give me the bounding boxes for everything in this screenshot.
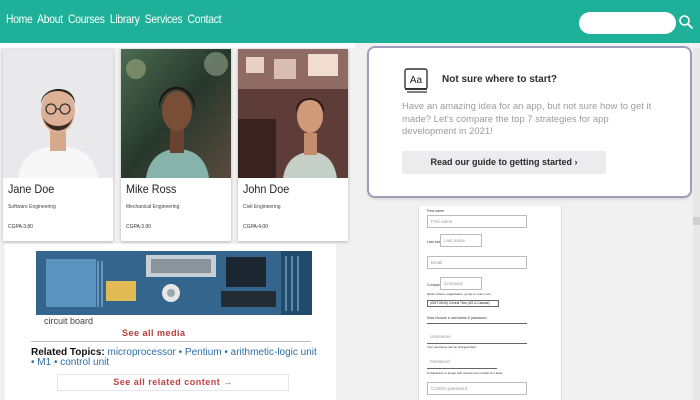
username-field[interactable]: Username — [427, 331, 527, 344]
student-cgpa: CGPA:3.90 — [126, 224, 151, 230]
confirm-password-field[interactable]: Confirm password — [427, 382, 527, 395]
first-name-field[interactable]: First name — [427, 215, 527, 228]
nav-link-contact[interactable]: Contact — [188, 12, 222, 26]
divider — [427, 323, 527, 324]
username-hint: Your username can be changed later. — [427, 345, 477, 349]
first-name-label: First name — [427, 209, 444, 213]
search-input[interactable] — [579, 12, 676, 34]
navbar: Home About Courses Library Services Cont… — [0, 0, 700, 43]
content-strip — [0, 43, 355, 48]
student-name: Mike Ross — [126, 182, 177, 196]
guide-card: Aa Not sure where to start? Have an amaz… — [369, 48, 690, 196]
nav-link-library[interactable]: Library — [110, 12, 140, 26]
search-icon[interactable] — [678, 14, 694, 30]
student-card[interactable]: Mike Ross Mechanical Engineering CGPA:3.… — [121, 49, 231, 241]
email-field[interactable]: Email — [427, 256, 527, 269]
nav-links: Home About Courses Library Services Cont… — [6, 12, 224, 26]
last-name-field[interactable]: Last name — [440, 234, 482, 247]
guide-text: Have an amazing idea for an app, but not… — [402, 101, 652, 137]
student-cgpa: CGPA:3.80 — [8, 224, 33, 230]
guide-title: Not sure where to start? — [442, 74, 558, 85]
student-major: Mechanical Engineering — [126, 204, 180, 210]
student-card[interactable]: Jane Doe Software Engineering CGPA:3.80 — [3, 49, 113, 241]
see-all-related-button[interactable]: See all related content → — [57, 374, 289, 391]
student-photo — [238, 49, 348, 178]
nav-link-courses[interactable]: Courses — [68, 12, 105, 26]
student-name: Jane Doe — [8, 182, 55, 196]
nav-link-home[interactable]: Home — [6, 12, 33, 26]
svg-text:Aa: Aa — [410, 75, 423, 86]
student-cgpa: CGPA:4.00 — [243, 224, 268, 230]
read-guide-button[interactable]: Read our guide to getting started › — [402, 151, 606, 174]
book-icon: Aa — [404, 68, 428, 93]
student-major: Civil Engineering — [243, 204, 281, 210]
student-photo — [3, 49, 113, 178]
see-all-media-link[interactable]: See all media — [122, 328, 186, 338]
student-name: John Doe — [243, 182, 290, 196]
signup-form: First name First name Last name Last nam… — [418, 206, 562, 400]
student-card[interactable]: John Doe Civil Engineering CGPA:4.00 — [238, 49, 348, 241]
nav-link-about[interactable]: About — [37, 12, 63, 26]
password-field[interactable]: Password — [427, 356, 497, 369]
company-field[interactable]: Company — [440, 277, 482, 290]
credentials-label: Now choose a username & password — [427, 316, 487, 320]
password-hint: 8 characters or longer with at least one… — [427, 371, 504, 375]
media-panel: circuit board See all media Related Topi… — [5, 244, 336, 400]
company-hint: (Enter school, organization, group or un… — [427, 292, 492, 296]
circuit-board-image[interactable] — [36, 251, 312, 315]
scrollbar-thumb[interactable] — [693, 217, 700, 225]
related-topics: Related Topics: microprocessor • Pentium… — [31, 348, 321, 368]
student-photo — [121, 49, 231, 178]
student-major: Software Engineering — [8, 204, 56, 210]
divider — [31, 341, 311, 342]
timezone-select[interactable]: (GMT-06:00) Central Time (US & Canada) — [427, 300, 499, 307]
image-caption: circuit board — [44, 316, 94, 326]
nav-link-services[interactable]: Services — [145, 12, 183, 26]
